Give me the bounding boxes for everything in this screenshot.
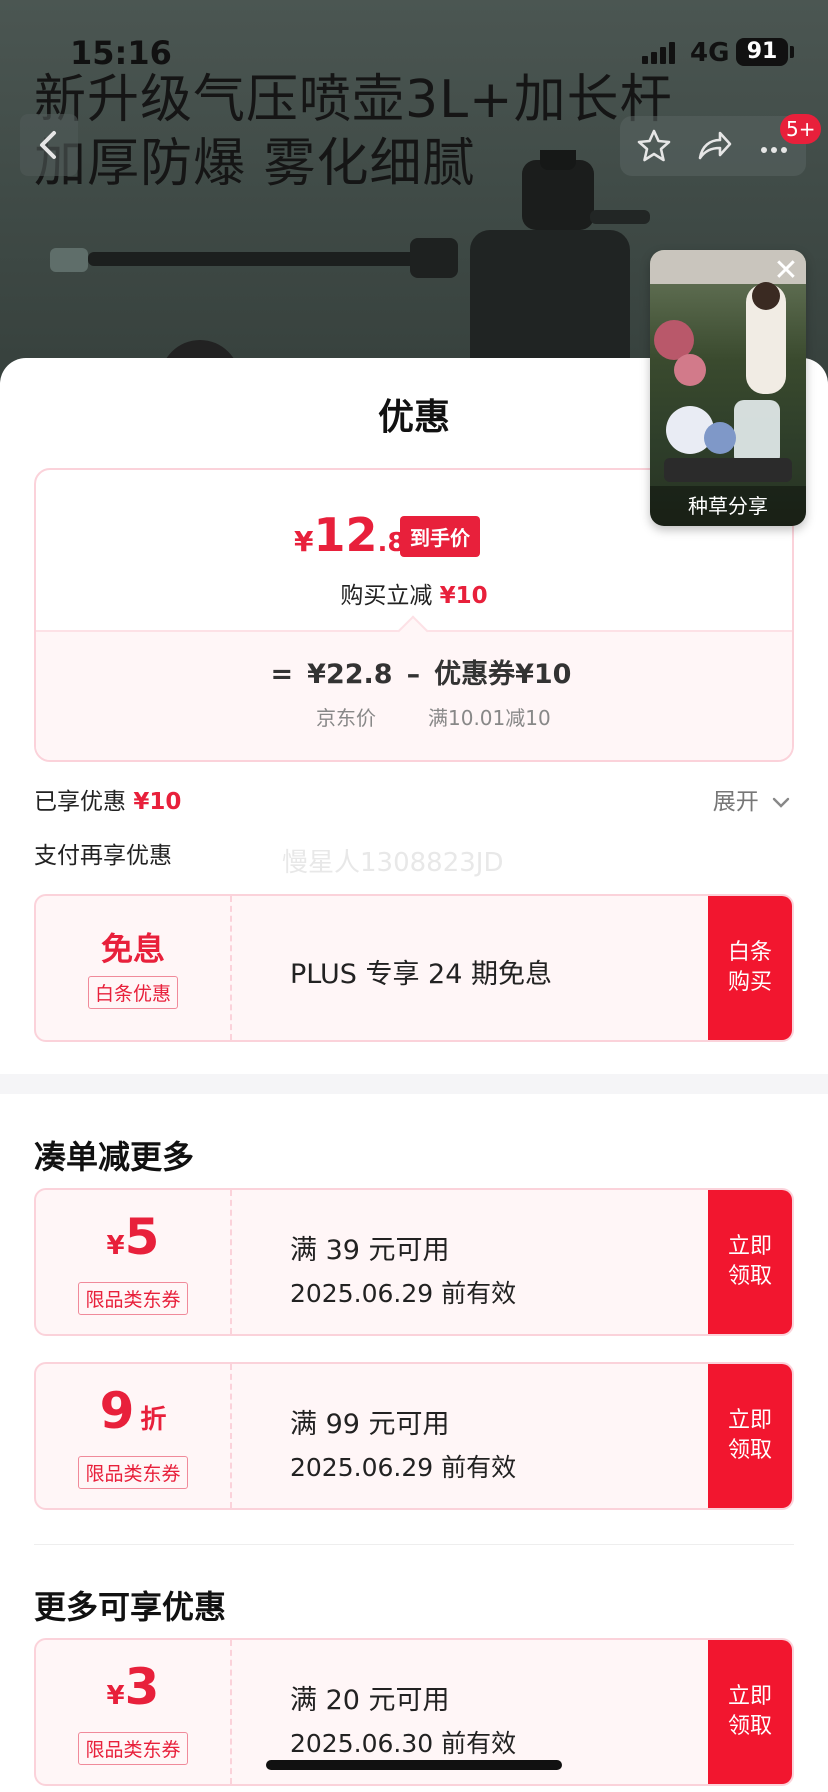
coupon-amount: 优惠券¥10 <box>434 659 572 690</box>
baitiao-buy-button[interactable]: 白条购买 <box>708 896 792 1040</box>
price-integer: 12 <box>313 508 378 562</box>
coupon-tag-label: 限品类东券 <box>78 1282 188 1315</box>
coupon-tag: 限品类东券 <box>36 1732 230 1765</box>
claim-coupon-button[interactable]: 立即领取 <box>708 1364 792 1508</box>
signal-icon <box>642 40 682 64</box>
coupon-main: 满 39 元可用 2025.06.29 前有效 <box>252 1190 652 1334</box>
coupon-left: ¥5 限品类东券 <box>36 1190 232 1334</box>
coupon-left: ¥3 限品类东券 <box>36 1640 232 1784</box>
coupon-expiry: 2025.06.29 前有效 <box>290 1279 517 1308</box>
price-breakdown: = ¥22.8– 优惠券¥10 京东价 满10.01减10 <box>36 630 792 760</box>
baitiao-tag: 白条优惠 <box>36 976 230 1009</box>
baitiao-amount: 免息 <box>100 930 165 968</box>
pay-more-label: 支付再享优惠 <box>34 843 172 869</box>
price-formula: = ¥22.8– 优惠券¥10 <box>36 652 792 691</box>
coupon-amount: 5 <box>124 1208 160 1266</box>
expand-label: 展开 <box>712 789 759 815</box>
floating-video[interactable]: ✕ 种草分享 <box>650 250 806 526</box>
coupon-left: 9折 限品类东券 <box>36 1364 232 1508</box>
jd-price: ¥22.8 <box>307 659 393 690</box>
watermark: 慢星人1308823JD <box>282 848 504 878</box>
discount-sheet: 优惠 ¥12.8 到手价 购买立减 ¥10 = ¥22.8– 优惠券¥10 京东价 … <box>0 358 828 1792</box>
enjoyed-value: ¥10 <box>133 789 182 815</box>
coupon-currency: ¥ <box>106 1681 125 1711</box>
video-thumbnail <box>650 250 806 482</box>
headline-line-2: 加厚防爆 雾化细腻 <box>34 134 476 194</box>
coupon-amount: 9 <box>99 1382 135 1440</box>
coupon-tag: 限品类东券 <box>36 1456 230 1489</box>
coupon-condition: 满 39 元可用 <box>290 1235 450 1266</box>
enjoyed-discount: 已享优惠 ¥10 <box>34 782 181 816</box>
divider <box>34 1544 794 1545</box>
coupon-amount: 3 <box>124 1658 160 1716</box>
coupon-rule: 满10.01减10 <box>428 706 551 730</box>
close-video-button[interactable]: ✕ <box>770 256 802 288</box>
coupon-tag-label: 限品类东券 <box>78 1732 188 1765</box>
instant-reduction: 购买立减 ¥10 <box>36 576 792 610</box>
baitiao-text: PLUS 专享 24 期免息 <box>290 959 552 990</box>
reduction-label: 购买立减 <box>340 583 433 609</box>
back-button[interactable] <box>20 114 78 176</box>
expand-button[interactable]: 展开 <box>713 782 790 816</box>
battery-tip <box>790 46 794 58</box>
baitiao-card: 免息 白条优惠 PLUS 专享 24 期免息 白条购买 <box>34 894 794 1042</box>
minus-sign: – <box>406 659 421 690</box>
chevron-down-icon <box>772 797 790 808</box>
baitiao-left: 免息 白条优惠 <box>36 896 232 1040</box>
coupon-condition: 满 20 元可用 <box>290 1685 450 1716</box>
equals-sign: = <box>270 659 294 690</box>
share-icon[interactable] <box>696 128 732 164</box>
jd-price-label: 京东价 <box>316 706 376 730</box>
section-title-more-order: 凑单减更多 <box>34 1138 195 1176</box>
coupon-tag: 限品类东券 <box>36 1282 230 1315</box>
baitiao-main: PLUS 专享 24 期免息 <box>252 896 652 1040</box>
reduction-value: ¥10 <box>439 583 488 609</box>
coupon-card: ¥5 限品类东券 满 39 元可用 2025.06.29 前有效 立即领取 <box>34 1188 794 1336</box>
coupon-condition: 满 99 元可用 <box>290 1409 450 1440</box>
price-currency: ¥ <box>294 525 314 558</box>
coupon-expiry: 2025.06.30 前有效 <box>290 1729 517 1758</box>
final-price-tag: 到手价 <box>400 516 480 557</box>
headline-line-1: 新升级气压喷壶3L+加长杆 <box>34 70 673 130</box>
coupon-currency: ¥ <box>106 1231 125 1261</box>
coupon-suffix: 折 <box>140 1405 167 1435</box>
claim-coupon-button[interactable]: 立即领取 <box>708 1640 792 1784</box>
battery-icon: 91 <box>736 38 788 66</box>
product-headline: 新升级气压喷壶3L+加长杆 加厚防爆 雾化细腻 <box>34 68 673 196</box>
coupon-value: ¥3 <box>36 1658 230 1716</box>
chevron-left-icon <box>40 131 56 159</box>
coupon-main: 满 99 元可用 2025.06.29 前有效 <box>252 1364 652 1508</box>
section-title-more: 更多可享优惠 <box>34 1588 227 1626</box>
network-label: 4G <box>690 38 730 68</box>
final-price: ¥12.8 <box>294 508 405 562</box>
coupon-card: 9折 限品类东券 满 99 元可用 2025.06.29 前有效 立即领取 <box>34 1362 794 1510</box>
claim-coupon-button[interactable]: 立即领取 <box>708 1190 792 1334</box>
status-time: 15:16 <box>70 34 172 72</box>
action-bar <box>620 116 806 176</box>
coupon-value: ¥5 <box>36 1208 230 1266</box>
coupon-value: 9折 <box>36 1382 230 1440</box>
coupon-expiry: 2025.06.29 前有效 <box>290 1453 517 1482</box>
video-label: 种草分享 <box>650 486 806 526</box>
baitiao-tag-label: 白条优惠 <box>87 976 178 1009</box>
star-icon[interactable] <box>636 128 672 164</box>
cart-badge: 5+ <box>780 114 822 144</box>
enjoyed-label: 已享优惠 <box>34 789 126 815</box>
home-indicator <box>266 1760 562 1770</box>
coupon-tag-label: 限品类东券 <box>78 1456 188 1489</box>
section-gap <box>0 1074 828 1094</box>
